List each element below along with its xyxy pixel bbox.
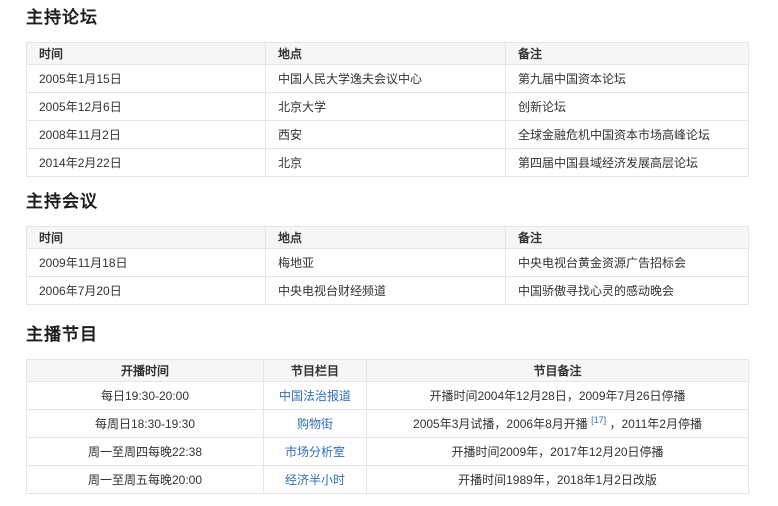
table-cell: 开播时间1989年，2018年1月2日改版 — [367, 466, 749, 494]
table-row: 每周日18:30-19:30 购物街 2005年3月试播，2006年8月开播 [17… — [27, 410, 749, 438]
cell-text: 2006年7月20日 — [39, 284, 122, 298]
table-row: 2009年11月18日 梅地亚 中央电视台黄金资源广告招标会 — [27, 249, 749, 277]
table-cell: 北京 — [266, 149, 506, 177]
table-cell: 中国人民大学逸夫会议中心 — [266, 65, 506, 93]
header-row: 时间地点备注 — [27, 43, 749, 65]
cell-text: 第四届中国县域经济发展高层论坛 — [518, 156, 698, 170]
cell-text: 开播时间2004年12月28日，2009年7月26日停播 — [429, 389, 685, 403]
table-cell: 2014年2月22日 — [27, 149, 266, 177]
cell-text: 北京大学 — [278, 100, 326, 114]
hosted-meetings-table: 时间地点备注 2009年11月18日 梅地亚 中央电视台黄金资源广告招标会 2006年7… — [26, 226, 749, 305]
table-cell: 2005年12月6日 — [27, 93, 266, 121]
cell-text: 开播时间1989年，2018年1月2日改版 — [458, 473, 657, 487]
cell-text: 每周日18:30-19:30 — [95, 417, 195, 431]
section-title-hosted-forums: 主持论坛 — [26, 8, 749, 28]
section-hosted-meetings: 主持会议 时间地点备注2009年11月18日梅地亚中央电视台黄金资源广告招标会2… — [26, 192, 749, 305]
table-cell: 2005年3月试播，2006年8月开播 [17] ，2011年2月停播 — [367, 410, 749, 438]
table-cell: 第四届中国县域经济发展高层论坛 — [506, 149, 749, 177]
table-cell: 经济半小时 — [264, 466, 367, 494]
table-cell: 购物街 — [264, 410, 367, 438]
column-header: 节目栏目 — [264, 360, 367, 382]
anchored-programs-table: 开播时间节目栏目节目备注每日19:30-20:00 中国法治报道 开播时间2004年… — [26, 359, 749, 494]
cell-text: 每日19:30-20:00 — [101, 389, 189, 403]
program-link[interactable]: 购物街 — [297, 417, 333, 431]
cell-text: 创新论坛 — [518, 100, 566, 114]
column-header: 地点 — [266, 43, 506, 65]
cell-text: 2005年12月6日 — [39, 100, 122, 114]
table-cell: 周一至周四每晚22:38 — [27, 438, 264, 466]
cell-text: 中国骄傲寻找心灵的感动晚会 — [518, 284, 674, 298]
section-title-hosted-meetings: 主持会议 — [26, 192, 749, 212]
page-content: 主持论坛 时间地点备注2005年1月15日中国人民大学逸夫会议中心第九届中国资本… — [0, 0, 778, 494]
cell-text: 西安 — [278, 128, 302, 142]
table-cell: 2005年1月15日 — [27, 65, 266, 93]
column-header: 开播时间 — [27, 360, 264, 382]
table-cell: 全球金融危机中国资本市场高峰论坛 — [506, 121, 749, 149]
column-header: 时间 — [27, 43, 266, 65]
table-row: 2005年12月6日 北京大学 创新论坛 — [27, 93, 749, 121]
table-cell: 2008年11月2日 — [27, 121, 266, 149]
cell-text: 全球金融危机中国资本市场高峰论坛 — [518, 128, 710, 142]
program-link[interactable]: 经济半小时 — [285, 473, 345, 487]
cell-text: 中央电视台财经频道 — [278, 284, 386, 298]
table-cell: 2006年7月20日 — [27, 277, 266, 305]
table-cell: 北京大学 — [266, 93, 506, 121]
cell-text: 中央电视台黄金资源广告招标会 — [518, 256, 686, 270]
table-row: 2008年11月2日 西安 全球金融危机中国资本市场高峰论坛 — [27, 121, 749, 149]
table-row: 每日19:30-20:00 中国法治报道 开播时间2004年12月28日，2009年… — [27, 382, 749, 410]
table-cell: 每周日18:30-19:30 — [27, 410, 264, 438]
table-cell: 市场分析室 — [264, 438, 367, 466]
table-cell: 创新论坛 — [506, 93, 749, 121]
section-title-anchored-programs: 主播节目 — [26, 325, 749, 345]
cell-text: ，2011年2月停播 — [606, 417, 702, 431]
cell-text: 北京 — [278, 156, 302, 170]
table-cell: 中央电视台财经频道 — [266, 277, 506, 305]
program-link[interactable]: 市场分析室 — [285, 445, 345, 459]
cell-text: 2008年11月2日 — [39, 128, 121, 142]
table-row: 周一至周五每晚20:00 经济半小时 开播时间1989年，2018年1月2日改版 — [27, 466, 749, 494]
cell-text: 周一至周五每晚20:00 — [88, 473, 202, 487]
cell-text: 2005年1月15日 — [39, 72, 122, 86]
table-cell: 开播时间2004年12月28日，2009年7月26日停播 — [367, 382, 749, 410]
reference-link[interactable]: [17] — [591, 417, 606, 431]
table-row: 2006年7月20日 中央电视台财经频道 中国骄傲寻找心灵的感动晚会 — [27, 277, 749, 305]
table-cell: 周一至周五每晚20:00 — [27, 466, 264, 494]
header-row: 开播时间节目栏目节目备注 — [27, 360, 749, 382]
table-row: 周一至周四每晚22:38 市场分析室 开播时间2009年，2017年12月20日停播 — [27, 438, 749, 466]
cell-text: 开播时间2009年，2017年12月20日停播 — [451, 445, 663, 459]
column-header: 地点 — [266, 227, 506, 249]
program-link[interactable]: 中国法治报道 — [279, 389, 351, 403]
section-anchored-programs: 主播节目 开播时间节目栏目节目备注每日19:30-20:00中国法治报道开播时间… — [26, 325, 749, 494]
table-cell: 每日19:30-20:00 — [27, 382, 264, 410]
table-row: 2005年1月15日 中国人民大学逸夫会议中心 第九届中国资本论坛 — [27, 65, 749, 93]
table-cell: 梅地亚 — [266, 249, 506, 277]
table-cell: 西安 — [266, 121, 506, 149]
table-cell: 中国法治报道 — [264, 382, 367, 410]
header-row: 时间地点备注 — [27, 227, 749, 249]
column-header: 节目备注 — [367, 360, 749, 382]
cell-text: 2014年2月22日 — [39, 156, 122, 170]
cell-text: 2009年11月18日 — [39, 256, 128, 270]
cell-text: 2005年3月试播，2006年8月开播 — [413, 417, 591, 431]
table-row: 2014年2月22日 北京 第四届中国县域经济发展高层论坛 — [27, 149, 749, 177]
cell-text: 周一至周四每晚22:38 — [88, 445, 202, 459]
cell-text: 第九届中国资本论坛 — [518, 72, 626, 86]
column-header: 备注 — [506, 43, 749, 65]
cell-text: 梅地亚 — [278, 256, 314, 270]
column-header: 备注 — [506, 227, 749, 249]
section-hosted-forums: 主持论坛 时间地点备注 2005年1月15日 中国人民大学逸夫会议中心 第九届中国资本… — [26, 8, 749, 177]
column-header: 时间 — [27, 227, 266, 249]
hosted-forums-table: 时间地点备注2005年1月15日中国人民大学逸夫会议中心第九届中国资本论坛200… — [26, 42, 749, 177]
table-cell: 开播时间2009年，2017年12月20日停播 — [367, 438, 749, 466]
cell-text: 中国人民大学逸夫会议中心 — [278, 72, 422, 86]
table-cell: 2009年11月18日 — [27, 249, 266, 277]
table-cell: 中央电视台黄金资源广告招标会 — [506, 249, 749, 277]
table-cell: 第九届中国资本论坛 — [506, 65, 749, 93]
table-cell: 中国骄傲寻找心灵的感动晚会 — [506, 277, 749, 305]
